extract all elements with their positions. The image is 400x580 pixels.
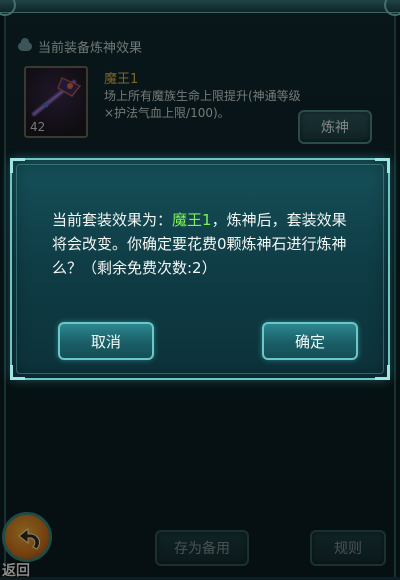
confirm-button[interactable]: 确定 [262, 322, 358, 360]
confirm-dialog: 当前套装效果为：魔王1，炼神后，套装效果将会改变。你确定要花费0颗炼神石进行炼神… [10, 158, 390, 380]
message-prefix: 当前套装效果为： [52, 211, 173, 229]
dialog-corner [375, 365, 390, 380]
set-name: 魔王1 [172, 211, 212, 229]
cancel-button[interactable]: 取消 [58, 322, 154, 360]
dialog-message: 当前套装效果为：魔王1，炼神后，套装效果将会改变。你确定要花费0颗炼神石进行炼神… [52, 208, 352, 280]
dialog-corner [10, 365, 25, 380]
dialog-corner [10, 158, 25, 173]
dialog-corner [375, 158, 390, 173]
